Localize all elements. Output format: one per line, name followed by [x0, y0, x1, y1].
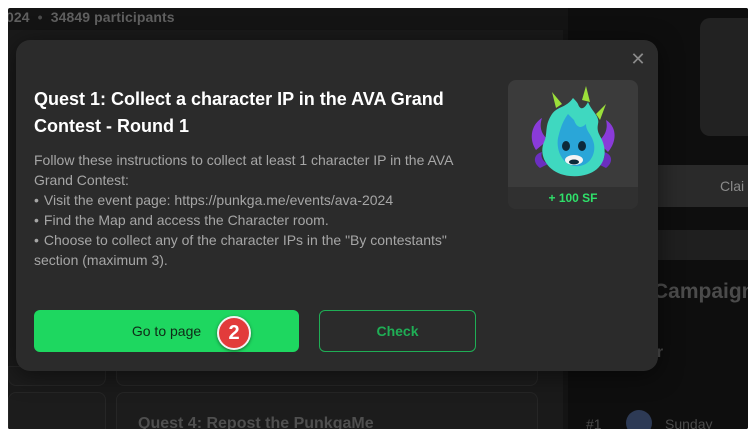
character-flame-icon [531, 86, 615, 177]
quest-instructions: Follow these instructions to collect at … [34, 150, 484, 270]
go-to-page-button[interactable]: Go to page [34, 310, 299, 352]
instruction-item: Visit the event page: https://punkga.me/… [34, 190, 484, 210]
claim-button[interactable]: Clai [648, 165, 748, 207]
event-year: 024 [8, 9, 30, 25]
quest-4-title: Quest 4: Repost the PunkgaMe [138, 415, 374, 429]
instructions-list: Visit the event page: https://punkga.me/… [34, 190, 484, 270]
campaign-heading: Campaign [653, 280, 748, 303]
step-number-badge: 2 [217, 316, 251, 350]
reward-label: + 100 SF [508, 187, 638, 209]
quest-modal: ✕ Quest 1: Collect a character IP in the… [16, 40, 658, 371]
separator-dot-icon: • [37, 9, 43, 25]
avatar [626, 410, 652, 429]
rank-username: Sunday [665, 416, 713, 429]
rank-number: #1 [586, 416, 602, 429]
background-card [700, 18, 748, 136]
app-frame: 024•34849 participants Clai Campaign er … [8, 8, 748, 429]
check-button[interactable]: Check [319, 310, 476, 352]
close-icon[interactable]: ✕ [628, 49, 648, 69]
participants-count: 34849 participants [50, 9, 175, 25]
event-header: 024 • 34849 participants [8, 9, 175, 25]
quest-card[interactable] [8, 392, 106, 429]
instruction-item: Choose to collect any of the character I… [34, 230, 484, 270]
reward-card: + 100 SF [508, 80, 638, 209]
instruction-item: Find the Map and access the Character ro… [34, 210, 484, 230]
instructions-intro: Follow these instructions to collect at … [34, 152, 453, 188]
quest-title: Quest 1: Collect a character IP in the A… [34, 89, 444, 136]
